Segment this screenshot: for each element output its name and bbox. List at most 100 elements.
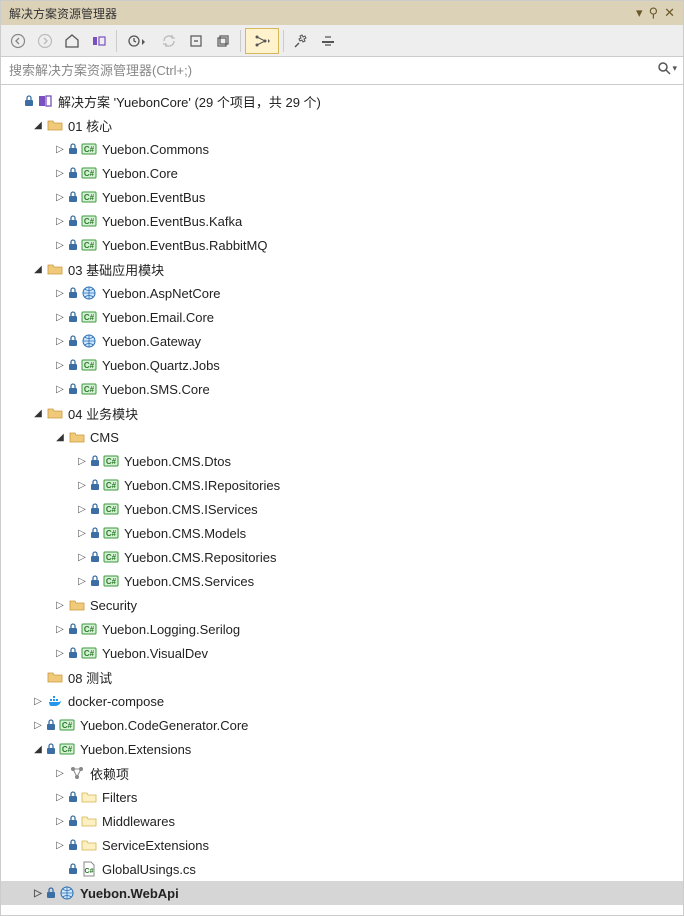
tree-item-label: Security [88, 598, 137, 613]
close-icon[interactable]: ✕ [664, 5, 675, 21]
tree-row[interactable]: ▷C#Yuebon.CMS.IRepositories [1, 473, 683, 497]
chevron-down-icon[interactable]: ◢ [31, 742, 45, 756]
chevron-right-icon[interactable]: ▷ [53, 142, 67, 156]
show-all-files-button[interactable] [210, 28, 236, 54]
svg-text:C#: C# [85, 868, 94, 875]
tree-row[interactable]: ▷C#Yuebon.EventBus [1, 185, 683, 209]
chevron-right-icon[interactable]: ▷ [75, 454, 89, 468]
chevron-right-icon[interactable]: ▷ [53, 598, 67, 612]
tree-row[interactable]: ▷依赖项 [1, 761, 683, 785]
back-button[interactable] [5, 28, 31, 54]
solution-tree[interactable]: ▷解决方案 'YuebonCore' (29 个项目，共 29 个)◢01 核心… [1, 85, 683, 915]
csproj-icon: C# [103, 477, 119, 493]
tree-row[interactable]: ▷Yuebon.AspNetCore [1, 281, 683, 305]
chevron-right-icon[interactable]: ▷ [75, 550, 89, 564]
folder-icon [47, 261, 63, 277]
tree-row[interactable]: ◢01 核心 [1, 113, 683, 137]
search-icon[interactable]: ▾ [657, 61, 677, 75]
track-active-item-button[interactable] [245, 28, 279, 54]
tree-row[interactable]: ▷ Security [1, 593, 683, 617]
chevron-right-icon[interactable]: ▷ [53, 238, 67, 252]
tree-row[interactable]: ▷Filters [1, 785, 683, 809]
chevron-right-icon[interactable]: ▷ [53, 190, 67, 204]
chevron-right-icon[interactable]: ▷ [53, 814, 67, 828]
tree-row[interactable]: ▷C#Yuebon.CMS.Services [1, 569, 683, 593]
forward-button[interactable] [32, 28, 58, 54]
lock-icon [68, 623, 78, 635]
tree-row[interactable]: ▷C#Yuebon.CMS.IServices [1, 497, 683, 521]
chevron-right-icon[interactable]: ▷ [53, 766, 67, 780]
lock-icon [68, 815, 78, 827]
tree-item-label: Yuebon.SMS.Core [100, 382, 210, 397]
tree-row[interactable]: ▷C#Yuebon.EventBus.Kafka [1, 209, 683, 233]
tree-row[interactable]: ▷解决方案 'YuebonCore' (29 个项目，共 29 个) [1, 89, 683, 113]
tree-row[interactable]: ▷C#Yuebon.CodeGenerator.Core [1, 713, 683, 737]
tree-row[interactable]: ◢CMS [1, 425, 683, 449]
chevron-right-icon[interactable]: ▷ [53, 622, 67, 636]
tree-row[interactable]: ▷C#Yuebon.Commons [1, 137, 683, 161]
chevron-right-icon[interactable]: ▷ [53, 646, 67, 660]
csproj-icon: C# [81, 309, 97, 325]
solution-explorer-panel: 解决方案资源管理器 ▾ ⚲ ✕ [0, 0, 684, 916]
tree-row[interactable]: ▷C#Yuebon.CMS.Dtos [1, 449, 683, 473]
chevron-right-icon[interactable]: ▷ [53, 358, 67, 372]
chevron-right-icon[interactable]: ▷ [75, 478, 89, 492]
chevron-right-icon[interactable]: ▷ [53, 334, 67, 348]
chevron-right-icon[interactable]: ▷ [53, 382, 67, 396]
search-input[interactable] [1, 57, 683, 84]
tree-row[interactable]: ◢04 业务模块 [1, 401, 683, 425]
collapse-all-button[interactable] [183, 28, 209, 54]
tree-row[interactable]: ▷C#Yuebon.CMS.Models [1, 521, 683, 545]
svg-text:C#: C# [84, 361, 95, 370]
chevron-down-icon[interactable]: ◢ [31, 406, 45, 420]
sync-button[interactable] [156, 28, 182, 54]
csproj-icon: C# [81, 621, 97, 637]
home-button[interactable] [59, 28, 85, 54]
tree-item-label: GlobalUsings.cs [100, 862, 196, 877]
svg-text:C#: C# [84, 649, 95, 658]
tree-row[interactable]: ▷C#Yuebon.Quartz.Jobs [1, 353, 683, 377]
window-dropdown-icon[interactable]: ▾ [636, 5, 643, 21]
tree-item-label: Yuebon.CMS.Repositories [122, 550, 276, 565]
pending-changes-filter-button[interactable] [121, 28, 155, 54]
tree-row[interactable]: ▷C#Yuebon.Email.Core [1, 305, 683, 329]
tree-row[interactable]: ▷C#Yuebon.Logging.Serilog [1, 617, 683, 641]
tree-row[interactable]: ▷C#Yuebon.CMS.Repositories [1, 545, 683, 569]
tree-item-label: 解决方案 'YuebonCore' (29 个项目，共 29 个) [56, 92, 321, 111]
chevron-right-icon[interactable]: ▷ [31, 718, 45, 732]
pin-icon[interactable]: ⚲ [649, 5, 659, 21]
chevron-down-icon[interactable]: ◢ [53, 430, 67, 444]
lock-icon [68, 143, 78, 155]
chevron-right-icon[interactable]: ▷ [31, 694, 45, 708]
chevron-right-icon[interactable]: ▷ [53, 214, 67, 228]
chevron-right-icon[interactable]: ▷ [75, 526, 89, 540]
preview-button[interactable] [315, 28, 341, 54]
chevron-down-icon[interactable]: ◢ [31, 262, 45, 276]
chevron-right-icon[interactable]: ▷ [53, 838, 67, 852]
chevron-right-icon[interactable]: ▷ [53, 310, 67, 324]
tree-row[interactable]: ▷C#Yuebon.Core [1, 161, 683, 185]
tree-row[interactable]: ▷Yuebon.Gateway [1, 329, 683, 353]
tree-row[interactable]: ▷Middlewares [1, 809, 683, 833]
tree-row[interactable]: ▷ServiceExtensions [1, 833, 683, 857]
chevron-right-icon[interactable]: ▷ [31, 886, 45, 900]
tree-row[interactable]: ◢03 基础应用模块 [1, 257, 683, 281]
tree-row[interactable]: ▷C#GlobalUsings.cs [1, 857, 683, 881]
chevron-right-icon[interactable]: ▷ [75, 574, 89, 588]
chevron-down-icon[interactable]: ◢ [31, 118, 45, 132]
properties-button[interactable] [288, 28, 314, 54]
chevron-right-icon[interactable]: ▷ [53, 286, 67, 300]
tree-row[interactable]: ◢C#Yuebon.Extensions [1, 737, 683, 761]
lock-icon [46, 743, 56, 755]
tree-row[interactable]: ▷Yuebon.WebApi [1, 881, 683, 905]
tree-row[interactable]: ▷docker-compose [1, 689, 683, 713]
chevron-right-icon[interactable]: ▷ [75, 502, 89, 516]
chevron-right-icon[interactable]: ▷ [53, 790, 67, 804]
tree-row[interactable]: ▷C#Yuebon.EventBus.RabbitMQ [1, 233, 683, 257]
tree-row[interactable]: ▷08 测试 [1, 665, 683, 689]
tree-row[interactable]: ▷C#Yuebon.SMS.Core [1, 377, 683, 401]
tree-item-label: Yuebon.Extensions [78, 742, 191, 757]
chevron-right-icon[interactable]: ▷ [53, 166, 67, 180]
tree-row[interactable]: ▷C#Yuebon.VisualDev [1, 641, 683, 665]
switch-views-button[interactable] [86, 28, 112, 54]
